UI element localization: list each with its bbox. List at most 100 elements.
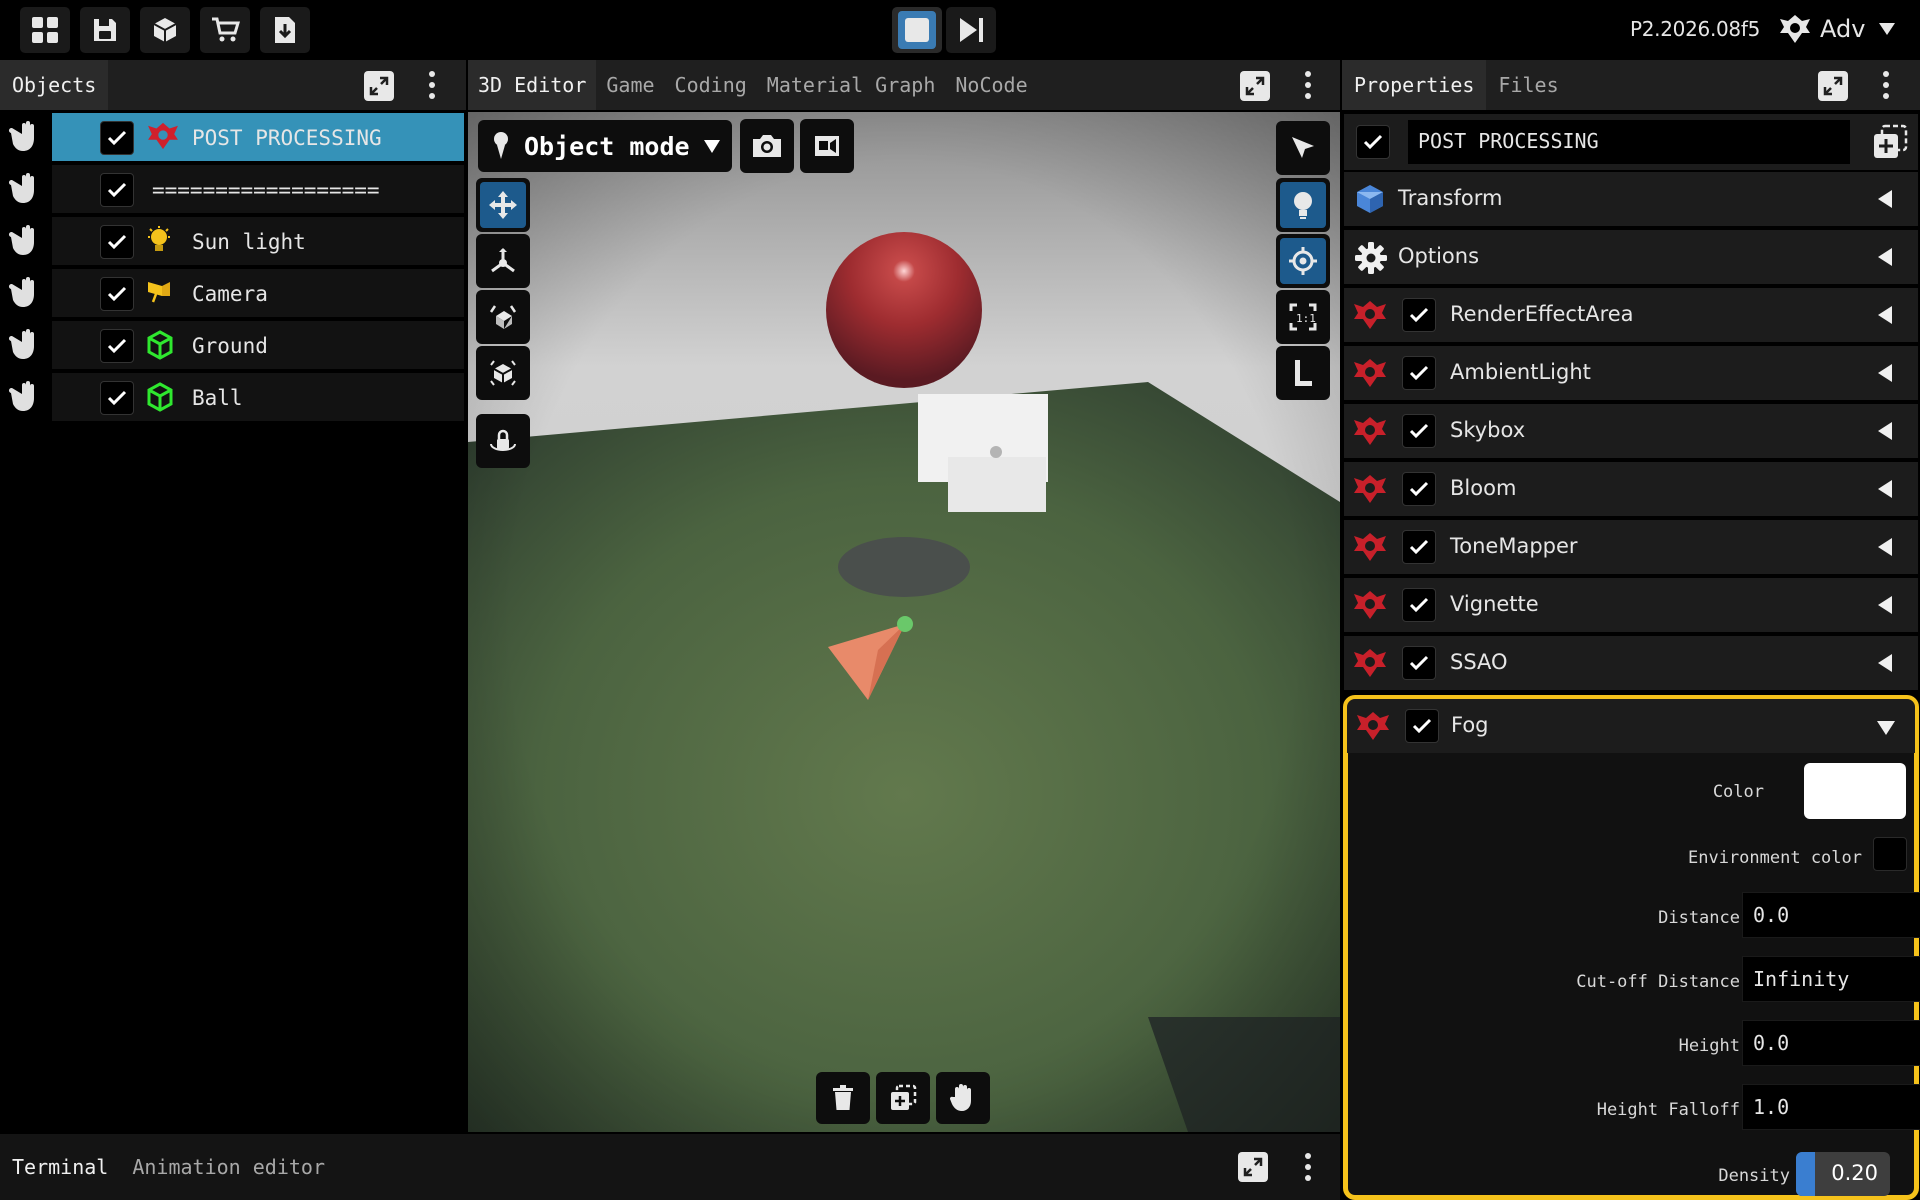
more-menu-icon[interactable] (1298, 1150, 1318, 1184)
tab-nocode[interactable]: NoCode (945, 60, 1037, 110)
add-component-icon[interactable] (1872, 124, 1908, 160)
delete-icon[interactable] (816, 1072, 870, 1124)
rotate-tool-icon[interactable] (476, 234, 530, 288)
section-ssao[interactable]: SSAO (1344, 636, 1918, 690)
focus-target-icon[interactable] (1276, 234, 1330, 288)
effect-enabled-checkbox[interactable] (1402, 298, 1436, 332)
tab-terminal[interactable]: Terminal (0, 1134, 121, 1200)
outliner-row-body[interactable]: Ground (52, 321, 464, 369)
outliner-row-body[interactable]: Ball (52, 373, 464, 421)
effect-enabled-checkbox[interactable] (1402, 646, 1436, 680)
chevron-left-icon (1878, 306, 1892, 324)
more-menu-icon[interactable] (1298, 68, 1318, 102)
visibility-checkbox[interactable] (100, 173, 134, 207)
object-enabled-checkbox[interactable] (1356, 125, 1390, 159)
local-space-icon[interactable] (1276, 346, 1330, 400)
camera-icon (146, 278, 176, 304)
distance-input[interactable]: 0.0 (1742, 892, 1920, 938)
effect-enabled-checkbox[interactable] (1402, 472, 1436, 506)
visibility-checkbox[interactable] (100, 225, 134, 259)
select-cursor-icon[interactable] (1276, 121, 1330, 175)
drag-hand-icon[interactable] (6, 120, 46, 154)
lightbulb-icon[interactable] (1276, 178, 1330, 232)
drag-hand-icon[interactable] (6, 172, 46, 206)
effect-enabled-checkbox[interactable] (1402, 530, 1436, 564)
user-menu[interactable]: Adv (1778, 8, 1896, 50)
expand-icon[interactable] (1240, 71, 1270, 101)
density-slider[interactable]: 0.20 (1796, 1152, 1890, 1196)
tab-animation-editor[interactable]: Animation editor (120, 1134, 337, 1200)
3d-viewport[interactable]: Object mode 1:1 (468, 112, 1340, 1132)
section-fog[interactable]: Fog (1347, 699, 1915, 753)
step-forward-icon[interactable] (946, 7, 996, 53)
section-options[interactable]: Options (1344, 230, 1918, 284)
section-bloom[interactable]: Bloom (1344, 462, 1918, 516)
drag-hand-icon[interactable] (6, 276, 46, 310)
outliner-row[interactable]: Ground (0, 320, 466, 370)
outliner-row[interactable]: ================== (0, 164, 466, 214)
expand-icon[interactable] (1238, 1152, 1268, 1182)
fog-color-swatch[interactable] (1804, 763, 1906, 819)
zoom-fit-icon[interactable]: 1:1 (1276, 290, 1330, 344)
grid-icon[interactable] (20, 7, 70, 53)
section-rendereffectarea[interactable]: RenderEffectArea (1344, 288, 1918, 342)
tab-files[interactable]: Files (1486, 60, 1570, 110)
fog-enabled-checkbox[interactable] (1405, 709, 1439, 743)
effect-enabled-checkbox[interactable] (1402, 356, 1436, 390)
tab-material-graph[interactable]: Material Graph (757, 60, 946, 110)
outliner-row[interactable]: Sun light (0, 216, 466, 266)
section-vignette[interactable]: Vignette (1344, 578, 1918, 632)
height-input[interactable]: 0.0 (1742, 1020, 1920, 1066)
more-menu-icon[interactable] (422, 68, 442, 102)
visibility-checkbox[interactable] (100, 277, 134, 311)
effect-enabled-checkbox[interactable] (1402, 414, 1436, 448)
save-icon[interactable] (80, 7, 130, 53)
camera-view-icon[interactable] (800, 119, 854, 173)
effect-enabled-checkbox[interactable] (1402, 588, 1436, 622)
object-name-input[interactable]: POST PROCESSING (1408, 120, 1850, 164)
transform-tool-icon[interactable] (476, 346, 530, 400)
download-icon[interactable] (260, 7, 310, 53)
tab-game[interactable]: Game (596, 60, 664, 110)
section-tonemapper[interactable]: ToneMapper (1344, 520, 1918, 574)
move-tool-icon[interactable] (476, 178, 530, 232)
chevron-left-icon (1878, 480, 1892, 498)
object-mode-dropdown[interactable]: Object mode (478, 120, 732, 172)
drag-hand-icon[interactable] (6, 328, 46, 362)
section-skybox[interactable]: Skybox (1344, 404, 1918, 458)
visibility-checkbox[interactable] (100, 121, 134, 155)
outliner-row[interactable]: POST PROCESSING (0, 112, 466, 162)
cart-icon[interactable] (200, 7, 250, 53)
outliner-row-body[interactable]: POST PROCESSING (52, 113, 464, 161)
outliner-row[interactable]: Camera (0, 268, 466, 318)
outliner-header: Objects (0, 60, 466, 110)
outliner-row[interactable]: Ball (0, 372, 466, 422)
drag-hand-icon[interactable] (6, 380, 46, 414)
height-falloff-input[interactable]: 1.0 (1742, 1084, 1920, 1130)
scale-tool-icon[interactable] (476, 290, 530, 344)
expand-icon[interactable] (1818, 71, 1848, 101)
duplicate-icon[interactable] (876, 1072, 930, 1124)
cutoff-distance-input[interactable]: Infinity (1742, 956, 1920, 1002)
visibility-checkbox[interactable] (100, 381, 134, 415)
outliner-row-body[interactable]: ================== (52, 165, 464, 213)
top-toolbar: P2.2026.08f5 Adv (0, 0, 1920, 58)
hand-pan-icon[interactable] (936, 1072, 990, 1124)
section-ambientlight[interactable]: AmbientLight (1344, 346, 1918, 400)
tab-properties[interactable]: Properties (1342, 60, 1487, 110)
outliner-row-body[interactable]: Sun light (52, 217, 464, 265)
stop-button[interactable] (892, 7, 942, 53)
cube-icon[interactable] (140, 7, 190, 53)
tab-objects[interactable]: Objects (0, 60, 109, 110)
expand-icon[interactable] (364, 71, 394, 101)
env-color-swatch[interactable] (1873, 837, 1907, 871)
outliner-row-body[interactable]: Camera (52, 269, 464, 317)
visibility-checkbox[interactable] (100, 329, 134, 363)
more-menu-icon[interactable] (1876, 68, 1896, 102)
drag-hand-icon[interactable] (6, 224, 46, 258)
camera-snapshot-icon[interactable] (740, 119, 794, 173)
section-transform[interactable]: Transform (1344, 172, 1918, 226)
tab-coding[interactable]: Coding (665, 60, 757, 110)
lock-orbit-icon[interactable] (476, 414, 530, 468)
tab-3d-editor[interactable]: 3D Editor (468, 60, 597, 110)
